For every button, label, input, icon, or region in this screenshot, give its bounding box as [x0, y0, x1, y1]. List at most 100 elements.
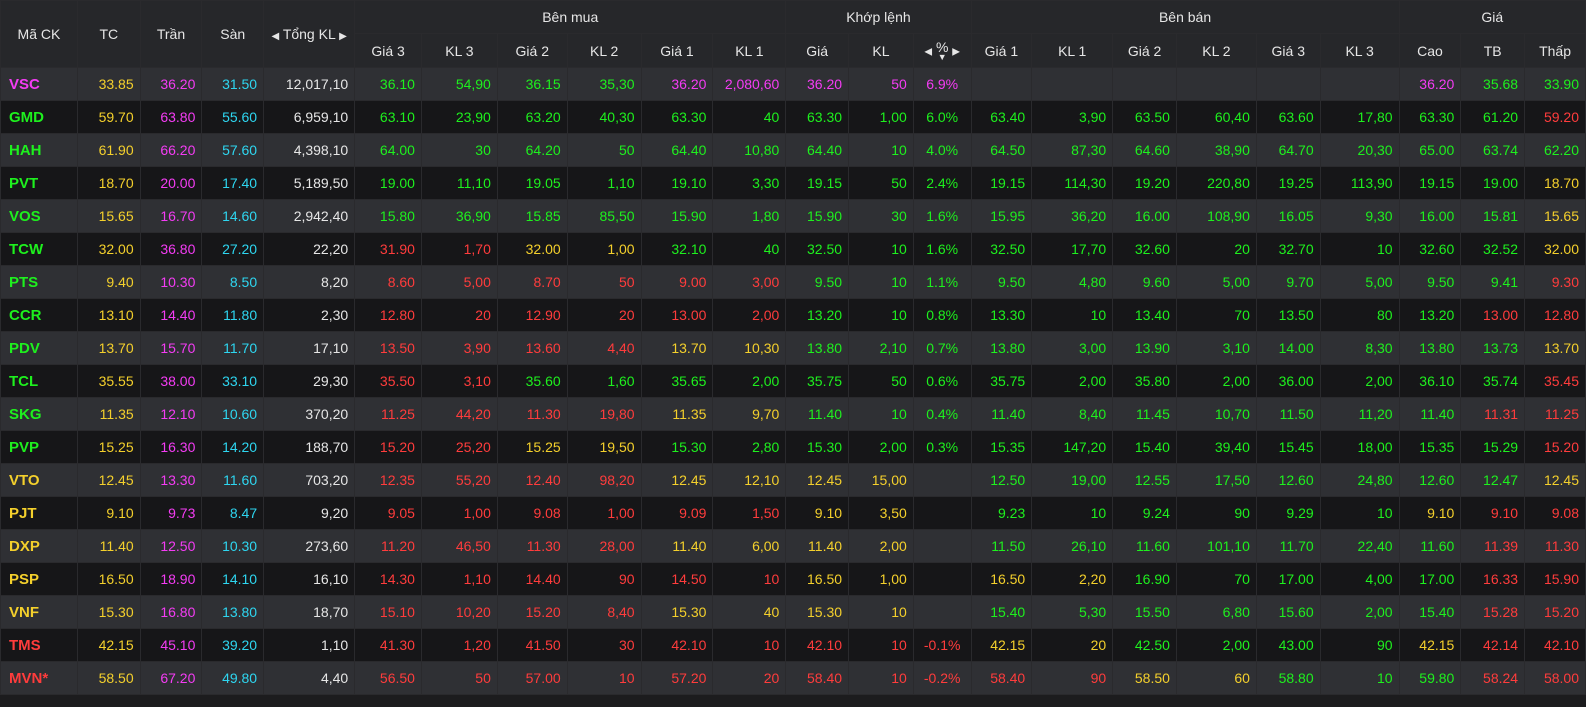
cell-match-pct[interactable]: 0.3% — [912, 430, 972, 464]
cell-sell-price1[interactable]: 11.40 — [970, 397, 1033, 431]
cell-match-vol[interactable]: 50 — [848, 364, 914, 398]
cell-sell-vol3[interactable]: 80 — [1319, 298, 1400, 332]
cell-sell-vol2[interactable]: 60 — [1175, 661, 1257, 695]
cell-sell-vol3[interactable]: 10 — [1319, 232, 1400, 266]
cell-buy-vol3[interactable]: 5,00 — [420, 265, 498, 299]
table-row[interactable]: TCW 32.00 36.80 27.20 22,20 31.90 1,70 32.00 1,0… — [0, 232, 1586, 266]
col-header-buy-price2[interactable]: Giá 2 — [496, 33, 568, 68]
col-header-buy-price1[interactable]: Giá 1 — [640, 33, 714, 68]
cell-sell-price2[interactable]: 64.60 — [1112, 133, 1177, 167]
cell-symbol[interactable]: PSP — [0, 562, 78, 596]
cell-buy-vol2[interactable]: 98,20 — [566, 463, 642, 497]
cell-match-pct[interactable]: 0.6% — [912, 364, 972, 398]
cell-sell-price1[interactable]: 32.50 — [970, 232, 1033, 266]
table-row[interactable]: MVN* 58.50 67.20 49.80 4,40 56.50 50 57.00 10 57.… — [0, 661, 1586, 695]
cell-buy-price3[interactable]: 64.00 — [354, 133, 422, 167]
cell-buy-price1[interactable]: 15.30 — [640, 430, 714, 464]
cell-sell-vol3[interactable]: 2,00 — [1319, 364, 1400, 398]
cell-symbol[interactable]: DXP — [0, 529, 78, 563]
cell-buy-vol2[interactable]: 35,30 — [566, 67, 642, 101]
cell-buy-price1[interactable]: 42.10 — [640, 628, 714, 662]
cell-match-vol[interactable]: 10 — [848, 595, 914, 629]
cell-sell-price3[interactable]: 13.50 — [1255, 298, 1321, 332]
cell-buy-price2[interactable]: 63.20 — [496, 100, 568, 134]
cell-match-vol[interactable]: 1,00 — [848, 562, 914, 596]
table-row[interactable]: DXP 11.40 12.50 10.30 273,60 11.20 46,50 11.30 2… — [0, 529, 1586, 563]
cell-match-vol[interactable]: 10 — [848, 298, 914, 332]
col-header-buy-vol2[interactable]: KL 2 — [566, 33, 642, 68]
cell-buy-price2[interactable]: 14.40 — [496, 562, 568, 596]
cell-sell-price2[interactable]: 13.40 — [1112, 298, 1177, 332]
cell-sell-vol1[interactable]: 10 — [1031, 496, 1114, 530]
cell-match-price[interactable]: 16.50 — [785, 562, 850, 596]
caret-left-icon[interactable]: ◀ — [271, 31, 279, 42]
cell-match-pct[interactable]: 1.6% — [912, 199, 972, 233]
table-row[interactable]: TMS 42.15 45.10 39.20 1,10 41.30 1,20 41.50 30 42… — [0, 628, 1586, 662]
cell-buy-price1[interactable]: 64.40 — [640, 133, 714, 167]
caret-left-icon[interactable]: ◀ — [924, 46, 932, 57]
cell-sell-price3[interactable]: 15.60 — [1255, 595, 1321, 629]
cell-sell-vol2[interactable]: 101,10 — [1175, 529, 1257, 563]
col-header-sell-vol3[interactable]: KL 3 — [1319, 33, 1400, 68]
cell-sell-price2[interactable]: 11.60 — [1112, 529, 1177, 563]
cell-sell-vol2[interactable]: 39,40 — [1175, 430, 1257, 464]
cell-buy-price2[interactable]: 12.40 — [496, 463, 568, 497]
cell-match-price[interactable]: 32.50 — [785, 232, 850, 266]
cell-match-vol[interactable]: 30 — [848, 199, 914, 233]
cell-sell-price2[interactable] — [1112, 67, 1177, 101]
cell-buy-vol1[interactable]: 10,30 — [712, 331, 787, 365]
cell-sell-price3[interactable]: 43.00 — [1255, 628, 1321, 662]
cell-buy-price3[interactable]: 35.50 — [354, 364, 422, 398]
cell-sell-vol1[interactable]: 3,90 — [1031, 100, 1114, 134]
col-header-match-vol[interactable]: KL — [848, 33, 914, 68]
cell-sell-price3[interactable]: 14.00 — [1255, 331, 1321, 365]
cell-symbol[interactable]: PJT — [0, 496, 78, 530]
cell-symbol[interactable]: VOS — [0, 199, 78, 233]
cell-buy-vol3[interactable]: 55,20 — [420, 463, 498, 497]
cell-buy-vol1[interactable]: 2,00 — [712, 364, 787, 398]
cell-sell-vol3[interactable]: 17,80 — [1319, 100, 1400, 134]
cell-match-pct[interactable] — [912, 562, 972, 596]
cell-symbol[interactable]: MVN* — [0, 661, 78, 695]
cell-symbol[interactable]: VTO — [0, 463, 78, 497]
cell-match-price[interactable]: 35.75 — [785, 364, 850, 398]
cell-buy-price1[interactable]: 35.65 — [640, 364, 714, 398]
cell-buy-price3[interactable]: 13.50 — [354, 331, 422, 365]
cell-buy-price3[interactable]: 11.20 — [354, 529, 422, 563]
cell-sell-vol2[interactable]: 17,50 — [1175, 463, 1257, 497]
table-row[interactable]: CCR 13.10 14.40 11.80 2,30 12.80 20 12.90 20 13.0… — [0, 298, 1586, 332]
cell-match-price[interactable]: 11.40 — [785, 397, 850, 431]
cell-buy-vol1[interactable]: 3,30 — [712, 166, 787, 200]
cell-buy-vol3[interactable]: 46,50 — [420, 529, 498, 563]
cell-sell-vol1[interactable]: 20 — [1031, 628, 1114, 662]
cell-sell-vol1[interactable] — [1031, 67, 1114, 101]
cell-match-pct[interactable]: 0.4% — [912, 397, 972, 431]
cell-buy-price2[interactable]: 15.85 — [496, 199, 568, 233]
cell-sell-price3[interactable]: 12.60 — [1255, 463, 1321, 497]
cell-sell-vol2[interactable]: 70 — [1175, 298, 1257, 332]
table-row[interactable]: VTO 12.45 13.30 11.60 703,20 12.35 55,20 12.40 9… — [0, 463, 1586, 497]
cell-match-vol[interactable]: 50 — [848, 166, 914, 200]
cell-sell-vol3[interactable]: 11,20 — [1319, 397, 1400, 431]
cell-sell-price1[interactable]: 58.40 — [970, 661, 1033, 695]
cell-match-price[interactable]: 64.40 — [785, 133, 850, 167]
cell-sell-vol1[interactable]: 4,80 — [1031, 265, 1114, 299]
cell-sell-vol3[interactable] — [1319, 67, 1400, 101]
cell-buy-price3[interactable]: 12.35 — [354, 463, 422, 497]
cell-buy-price3[interactable]: 36.10 — [354, 67, 422, 101]
cell-sell-price1[interactable]: 12.50 — [970, 463, 1033, 497]
cell-sell-vol2[interactable]: 220,80 — [1175, 166, 1257, 200]
cell-sell-price1[interactable]: 16.50 — [970, 562, 1033, 596]
cell-sell-price2[interactable]: 15.40 — [1112, 430, 1177, 464]
cell-sell-vol3[interactable]: 9,30 — [1319, 199, 1400, 233]
cell-match-price[interactable]: 19.15 — [785, 166, 850, 200]
cell-sell-vol2[interactable]: 38,90 — [1175, 133, 1257, 167]
cell-sell-vol1[interactable]: 8,40 — [1031, 397, 1114, 431]
col-header-symbol[interactable]: Mã CK — [0, 0, 78, 68]
cell-sell-price3[interactable]: 63.60 — [1255, 100, 1321, 134]
cell-match-pct[interactable] — [912, 529, 972, 563]
cell-sell-price2[interactable]: 9.60 — [1112, 265, 1177, 299]
cell-sell-vol2[interactable] — [1175, 67, 1257, 101]
cell-match-vol[interactable]: 10 — [848, 265, 914, 299]
cell-buy-price2[interactable]: 41.50 — [496, 628, 568, 662]
